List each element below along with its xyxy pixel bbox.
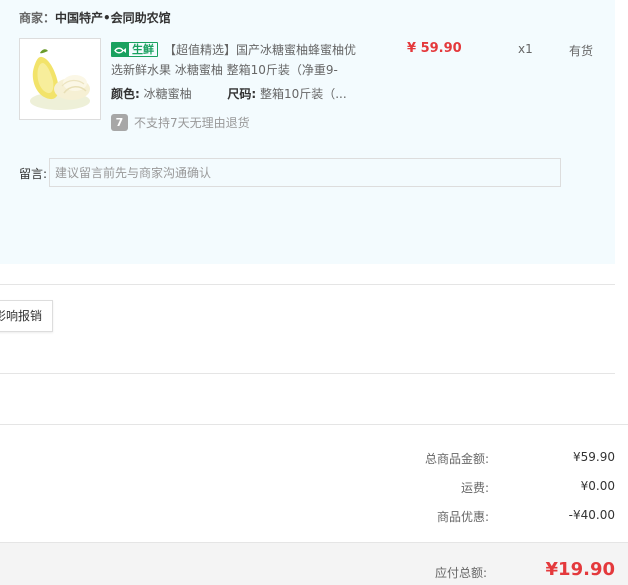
order-checkout-page: 商家：中国特产•会同助农馆 生鲜 【超值精选】国产冰糖蜜柚蜂蜜柚优选新鲜水果 冰糖… <box>0 0 628 585</box>
stock-status: 有货 <box>569 44 594 58</box>
summary-key: 运费: <box>460 481 489 495</box>
shop-order-block: 商家：中国特产•会同助农馆 生鲜 【超值精选】国产冰糖蜜柚蜂蜜柚优选新鲜水果 冰糖… <box>0 0 615 264</box>
item-price: ¥ 59.90 <box>407 41 462 56</box>
shop-name[interactable]: 中国特产•会同助农馆 <box>55 11 171 25</box>
section-divider <box>0 373 615 374</box>
total-payable-label: 应付总额: <box>434 566 487 580</box>
no-return-7day-icon: 7 <box>111 114 128 131</box>
shop-header: 商家：中国特产•会同助农馆 <box>19 9 171 26</box>
color-attr-value: 冰糖蜜柚 <box>143 87 192 101</box>
fresh-badge: 生鲜 <box>111 42 158 57</box>
no-return-policy: 7 不支持7天无理由退货 <box>111 114 250 132</box>
product-thumbnail[interactable] <box>19 38 101 120</box>
remark-input[interactable] <box>49 158 561 187</box>
fresh-fish-icon <box>112 43 129 56</box>
no-return-text: 不支持7天无理由退货 <box>134 116 250 130</box>
remark-label: 留言: <box>19 167 48 181</box>
section-divider <box>0 284 615 285</box>
color-attr-key: 颜色: <box>111 87 140 101</box>
shop-label: 商家： <box>19 11 56 25</box>
item-quantity: x1 <box>518 42 533 56</box>
summary-value: ¥59.90 <box>573 450 615 464</box>
summary-row-shipping: 运费: ¥0.00 <box>0 479 628 495</box>
product-title-block: 生鲜 【超值精选】国产冰糖蜜柚蜂蜜柚优选新鲜水果 冰糖蜜柚 整箱10斤装（净重9- <box>111 40 361 80</box>
section-divider <box>0 424 628 425</box>
size-attr-value: 整箱10斤装（... <box>259 87 347 101</box>
total-payable-bar: 应付总额: ¥19.90 <box>0 542 628 585</box>
reimbursement-button[interactable]: 影响报销 <box>0 300 53 332</box>
product-attributes: 颜色: 冰糖蜜柚 尺码: 整箱10斤装（... <box>111 85 347 102</box>
summary-row-discount: 商品优惠: -¥40.00 <box>0 508 628 524</box>
summary-value: ¥0.00 <box>580 479 615 493</box>
pomelo-image-icon <box>20 39 100 119</box>
total-payable-amount: ¥19.90 <box>545 559 615 580</box>
summary-row-goods-total: 总商品金额: ¥59.90 <box>0 450 628 466</box>
summary-value: -¥40.00 <box>568 508 615 522</box>
size-attr-key: 尺码: <box>227 87 257 101</box>
summary-key: 商品优惠: <box>436 510 489 524</box>
fresh-badge-text: 生鲜 <box>132 43 154 56</box>
summary-key: 总商品金额: <box>424 452 489 466</box>
